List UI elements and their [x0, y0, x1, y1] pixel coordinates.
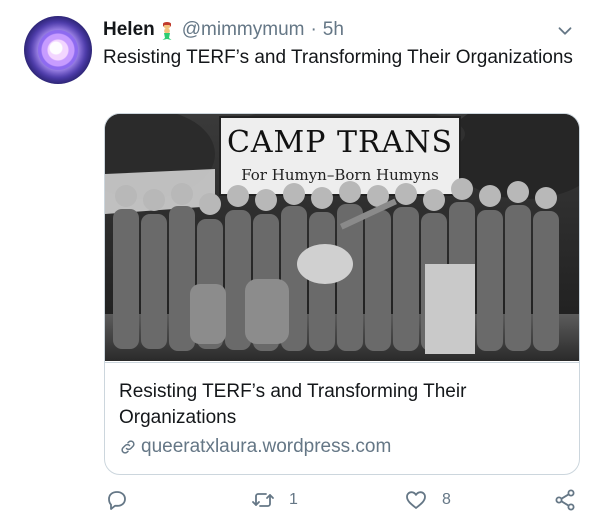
tweet-time[interactable]: 5h [323, 18, 344, 42]
card-domain[interactable]: queeratxlaura.wordpress.com [119, 435, 391, 459]
banner-title: CAMP TRANS [227, 125, 453, 160]
share-button[interactable] [553, 485, 577, 515]
chevron-down-icon[interactable] [554, 20, 576, 42]
share-icon [555, 489, 575, 511]
tweet-header: Helen @mimmymum · 5h [103, 18, 576, 42]
avatar[interactable] [24, 16, 92, 84]
link-icon [121, 440, 135, 454]
user-handle[interactable]: @mimmymum [182, 18, 305, 42]
tweet-text: Resisting TERF’s and Transforming Their … [103, 47, 573, 68]
rose-image [38, 30, 78, 70]
card-domain-text[interactable]: queeratxlaura.wordpress.com [141, 435, 391, 459]
mermaid-emoji [162, 22, 172, 40]
retweet-icon [252, 493, 274, 507]
like-count: 8 [442, 491, 451, 508]
retweet-count: 1 [289, 491, 298, 508]
like-icon [406, 491, 426, 509]
action-bar: 1 8 [0, 485, 600, 515]
card-body[interactable]: Resisting TERF’s and Transforming Their … [105, 362, 579, 474]
tweet[interactable]: Helen @mimmymum · 5h Resisting TERF’s an… [0, 0, 600, 527]
link-card[interactable]: CAMP TRANS For Humyn–Born Humyns Resisti… [104, 113, 580, 475]
reply-icon [108, 491, 126, 510]
like-button[interactable]: 8 [404, 485, 451, 515]
display-name[interactable]: Helen [103, 18, 155, 42]
retweet-button[interactable]: 1 [251, 485, 298, 515]
card-image[interactable]: CAMP TRANS For Humyn–Born Humyns [105, 114, 579, 361]
card-title[interactable]: Resisting TERF’s and Transforming Their … [119, 379, 549, 431]
separator-dot: · [310, 19, 317, 40]
reply-button[interactable] [105, 485, 143, 515]
banner-subtitle: For Humyn–Born Humyns [241, 166, 439, 184]
